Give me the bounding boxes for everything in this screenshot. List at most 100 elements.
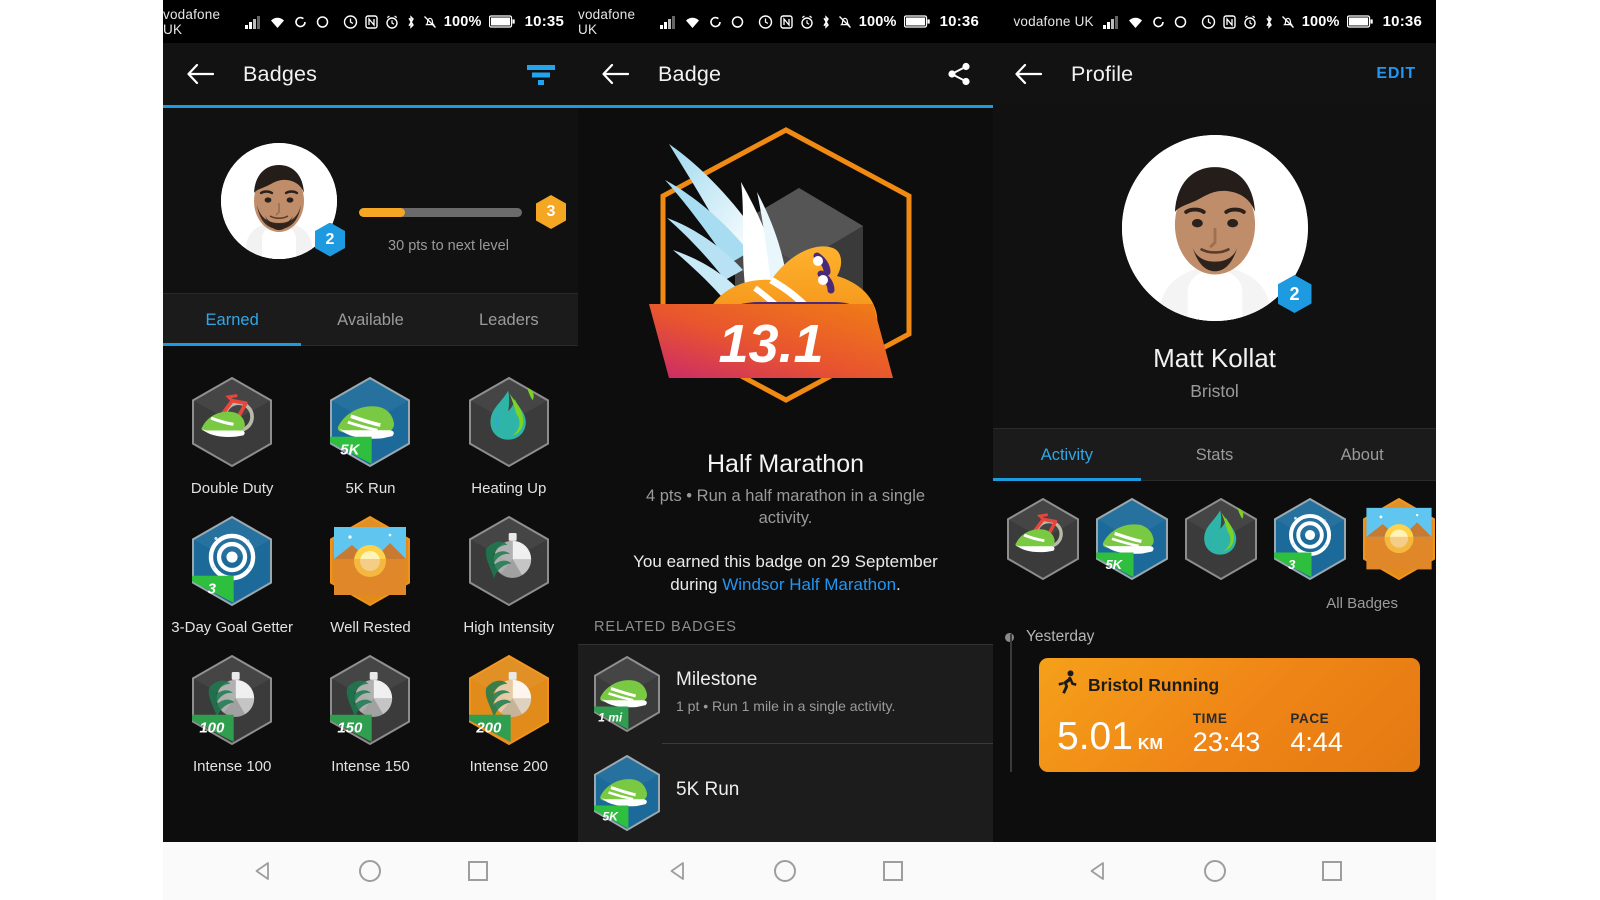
related-badge-row[interactable]: 1 mi Milestone 1 pt • Run 1 mile in a sin… xyxy=(578,645,993,743)
related-badge-name: Milestone xyxy=(676,668,758,690)
back-arrow-icon[interactable] xyxy=(183,57,217,91)
battery-icon xyxy=(903,15,930,28)
activity-distance: 5.01 xyxy=(1057,715,1133,759)
activity-time-label: TIME xyxy=(1192,711,1228,726)
nav-home-circle-icon[interactable] xyxy=(772,858,798,884)
nav-recents-square-icon[interactable] xyxy=(880,858,906,884)
timeline-line xyxy=(1009,634,1012,773)
profile-city: Bristol xyxy=(1190,381,1239,401)
badge-label: Heating Up xyxy=(471,480,547,497)
badge-grid-item[interactable]: 5K 5K Run xyxy=(301,362,439,501)
activity-time-value: 23:43 xyxy=(1192,727,1261,757)
earned-activity-link[interactable]: Windsor Half Marathon xyxy=(722,575,896,594)
tab-stats[interactable]: Stats xyxy=(1141,429,1289,480)
bluetooth-icon xyxy=(1264,14,1274,29)
activity-timeline: Yesterday Bristol Running 5.01 KM TIME 2… xyxy=(993,612,1436,773)
profile-badge-item[interactable]: 3 xyxy=(1272,497,1348,586)
badge-grid-item[interactable]: 150 Intense 150 xyxy=(301,640,439,779)
nav-back-triangle-icon[interactable] xyxy=(665,858,691,884)
nfc-icon xyxy=(365,14,378,29)
activity-pace-value: 4:44 xyxy=(1290,727,1343,757)
tab-leaders[interactable]: Leaders xyxy=(440,294,578,345)
badge-label: Double Duty xyxy=(190,480,274,497)
nav-home-circle-icon[interactable] xyxy=(1202,858,1228,884)
alarm-icon xyxy=(1243,14,1257,29)
badge-hex-icon xyxy=(467,376,551,468)
related-badges-header: RELATED BADGES xyxy=(594,619,737,636)
edit-button[interactable]: EDIT xyxy=(1376,65,1416,83)
tab-available[interactable]: Available xyxy=(301,294,439,345)
badge-points-description: 4 pts • Run a half marathon in a single … xyxy=(645,487,926,528)
badge-grid-item[interactable]: High Intensity xyxy=(440,501,578,640)
badge-hex-icon: 3 xyxy=(190,515,274,607)
clock-label: 10:35 xyxy=(524,13,564,30)
all-badges-link[interactable]: All Badges xyxy=(993,586,1436,612)
share-icon[interactable] xyxy=(945,60,973,88)
progress-caption: 30 pts to next level xyxy=(388,238,509,254)
timeline-day-label: Yesterday xyxy=(1026,628,1095,645)
nav-recents-square-icon[interactable] xyxy=(465,858,491,884)
badge-label: Intense 200 xyxy=(469,758,549,775)
android-nav-bar-badge-detail xyxy=(578,842,993,900)
signal-icon xyxy=(659,15,677,29)
badge-grid-item[interactable]: 200 Intense 200 xyxy=(440,640,578,779)
battery-percent-label: 100% xyxy=(1301,13,1340,30)
page-title: Badges xyxy=(243,61,318,86)
running-icon xyxy=(1057,670,1079,701)
activity-title: Bristol Running xyxy=(1088,675,1220,695)
tab-earned[interactable]: Earned xyxy=(163,294,301,345)
svg-text:150: 150 xyxy=(338,720,364,737)
related-badge-text: 5K Run xyxy=(676,779,979,807)
profile-badge-item[interactable]: 5K xyxy=(1094,497,1170,586)
circle-icon xyxy=(730,15,745,29)
nav-back-triangle-icon[interactable] xyxy=(250,858,276,884)
nav-recents-square-icon[interactable] xyxy=(1319,858,1345,884)
phone-screenshot-badge-detail: vodafone UK 100% 10:36 Badge 13.1 Half M… xyxy=(578,0,993,900)
back-arrow-icon[interactable] xyxy=(598,57,632,91)
battery-icon xyxy=(488,15,515,28)
filter-icon[interactable] xyxy=(524,60,558,88)
back-arrow-icon[interactable] xyxy=(1011,57,1045,91)
alarm-icon xyxy=(800,14,814,29)
profile-badge-item[interactable] xyxy=(1183,497,1259,586)
phone-screenshot-badges: vodafone UK 100% 10:35 Badges 2 3 30 pts… xyxy=(163,0,578,900)
bluetooth-icon xyxy=(821,14,831,29)
badge-grid-item[interactable]: Well Rested xyxy=(301,501,439,640)
badge-label: High Intensity xyxy=(463,619,555,636)
profile-name: Matt Kollat xyxy=(1153,343,1276,373)
status-bar-badge-detail: vodafone UK 100% 10:36 xyxy=(578,0,993,43)
svg-text:3: 3 xyxy=(208,581,217,598)
badge-grid-item[interactable]: 100 Intense 100 xyxy=(163,640,301,779)
profile-badge-strip: 5K 3 xyxy=(993,481,1436,586)
edit-button-label: EDIT xyxy=(1376,65,1416,82)
nfc-icon xyxy=(1223,14,1236,29)
carrier-label: vodafone UK xyxy=(1013,14,1094,29)
sync-icon xyxy=(1151,15,1166,29)
tab-activity[interactable]: Activity xyxy=(993,429,1141,480)
svg-text:100: 100 xyxy=(199,720,225,737)
badge-grid-item[interactable]: Double Duty xyxy=(163,362,301,501)
profile-badge-item[interactable] xyxy=(1361,497,1436,586)
do-not-disturb-icon xyxy=(1201,14,1216,29)
mute-icon xyxy=(423,15,437,29)
activity-card[interactable]: Bristol Running 5.01 KM TIME 23:43 PACE … xyxy=(1039,658,1420,773)
app-bar-badges: Badges xyxy=(163,43,578,105)
tab-about[interactable]: About xyxy=(1288,429,1436,480)
badge-grid-item[interactable]: Heating Up xyxy=(440,362,578,501)
badge-earned-text: You earned this badge on 29 September du… xyxy=(578,530,993,598)
nav-home-circle-icon[interactable] xyxy=(357,858,383,884)
nav-back-triangle-icon[interactable] xyxy=(1085,858,1111,884)
earned-suffix: . xyxy=(896,575,901,595)
badge-grid-item[interactable]: 3 3-Day Goal Getter xyxy=(163,501,301,640)
avatar[interactable]: 2 xyxy=(221,142,345,259)
next-level-badge: 3 xyxy=(536,195,566,229)
svg-text:13.1: 13.1 xyxy=(718,314,823,374)
related-badge-row[interactable]: 5K 5K Run xyxy=(578,744,993,842)
badge-hex-icon: 150 xyxy=(328,654,412,746)
do-not-disturb-icon xyxy=(343,14,358,29)
clock-label: 10:36 xyxy=(939,13,979,30)
profile-avatar[interactable]: 2 xyxy=(1121,135,1312,321)
profile-badge-item[interactable] xyxy=(1005,497,1081,586)
sync-icon xyxy=(708,15,723,29)
related-badge-name: 5K Run xyxy=(676,779,740,801)
